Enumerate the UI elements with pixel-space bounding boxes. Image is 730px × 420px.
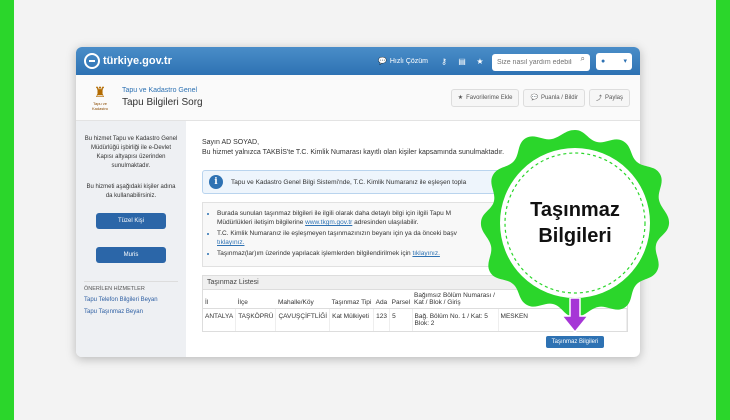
heir-button[interactable]: Muris bbox=[96, 247, 166, 263]
page-title: Tapu Bilgileri Sorg bbox=[122, 97, 203, 108]
share-label: Paylaş bbox=[604, 94, 623, 101]
search-icon: ⌕ bbox=[580, 54, 585, 63]
note3-link[interactable]: tıklayınız. bbox=[412, 250, 439, 257]
cell-neighborhood: ÇAVUŞÇİFTLİĞİ bbox=[275, 308, 331, 331]
note2-link[interactable]: tıklayınız. bbox=[217, 239, 244, 246]
search-input[interactable] bbox=[492, 54, 590, 71]
column-header: İlçe bbox=[235, 290, 276, 309]
arrow-down-icon bbox=[562, 298, 588, 334]
rate-button[interactable]: 💬 Puanla / Bildir bbox=[523, 88, 585, 107]
note1-text-c: adresinden ulaşılabilir. bbox=[352, 219, 419, 226]
speech-bubble-icon: 💬 bbox=[530, 95, 538, 101]
top-navbar: türkiye.gov.tr 💬 Hızlı Çözüm ⚷ ▤ ★ ⌕ ● ▾ bbox=[76, 47, 640, 75]
page-header: ♜ Tapu ve Kadastro Tapu ve Kadastro Gene… bbox=[76, 75, 640, 121]
cell-block: 123 bbox=[373, 308, 391, 331]
star-icon: ★ bbox=[457, 95, 464, 101]
key-icon[interactable]: ⚷ bbox=[438, 57, 450, 66]
logo-text: türkiye.gov.tr bbox=[103, 55, 172, 67]
note3-text: Taşınmaz(lar)ım üzerinde yapılacak işlem… bbox=[217, 250, 413, 257]
emblem-icon: ♜ bbox=[93, 84, 107, 100]
star-icon[interactable]: ★ bbox=[474, 57, 486, 66]
quick-solution-link[interactable]: 💬 Hızlı Çözüm bbox=[378, 57, 428, 66]
sidebar-link-phone[interactable]: Tapu Telefon Bilgileri Beyan bbox=[84, 296, 178, 304]
sidebar-people-intro: Bu hizmeti aşağıdaki kişiler adına da ku… bbox=[86, 184, 176, 199]
cell-province: ANTALYA bbox=[203, 308, 237, 331]
sidebar-intro: Bu hizmet Tapu ve Kadastro Genel Müdürlü… bbox=[84, 136, 178, 169]
chevron-down-icon: ▾ bbox=[623, 58, 627, 65]
suggested-services-heading: ÖNERİLEN HİZMETLER bbox=[84, 281, 178, 292]
arrow-shape bbox=[562, 298, 588, 334]
column-header: Ada bbox=[373, 290, 390, 309]
chat-icon: 💬 bbox=[378, 58, 387, 65]
badge-line-1: Taşınmaz bbox=[530, 199, 620, 221]
search-box: ⌕ bbox=[492, 51, 590, 71]
sidebar: Bu hizmet Tapu ve Kadastro Genel Müdürlü… bbox=[76, 121, 186, 357]
note2-text: T.C. Kimlik Numaranız ile eşleşmeyen taş… bbox=[217, 230, 457, 237]
add-favorite-label: Favorilerime Ekle bbox=[466, 94, 513, 101]
e-logo-icon bbox=[84, 53, 100, 69]
badge-line-2: Bilgileri bbox=[538, 225, 612, 247]
quick-solution-label: Hızlı Çözüm bbox=[389, 57, 428, 65]
note1-text-b: Müdürlükleri iletişim bilgilerine bbox=[217, 219, 306, 226]
site-logo[interactable]: türkiye.gov.tr bbox=[84, 53, 172, 69]
user-icon: ● bbox=[601, 57, 606, 65]
column-header: Parsel bbox=[389, 290, 413, 309]
breadcrumb: Tapu ve Kadastro Genel Tapu Bilgileri So… bbox=[122, 87, 203, 108]
info-icon: i bbox=[209, 175, 223, 189]
institution-link[interactable]: Tapu ve Kadastro Genel bbox=[122, 87, 203, 94]
legal-entity-button[interactable]: Tüzel Kişi bbox=[96, 213, 166, 229]
info-alert-text: Tapu ve Kadastro Genel Bilgi Sistemi'nde… bbox=[231, 178, 467, 186]
property-details-button[interactable]: Taşınmaz Bilgileri bbox=[546, 336, 604, 348]
cell-property-type: Kat Mülkiyeti bbox=[329, 308, 375, 331]
user-menu-button[interactable]: ● ▾ bbox=[596, 52, 632, 70]
sidebar-link-property[interactable]: Tapu Taşınmaz Beyan bbox=[84, 308, 178, 316]
cell-parcel: 5 bbox=[389, 308, 413, 331]
id-card-icon[interactable]: ▤ bbox=[456, 57, 468, 66]
column-header: Mahalle/Köy bbox=[275, 290, 330, 309]
add-favorite-button[interactable]: ★ Favorilerime Ekle bbox=[450, 88, 520, 107]
institution-logo-caption: Tapu ve Kadastro bbox=[91, 101, 108, 111]
column-header: Taşınmaz Tipi bbox=[329, 290, 374, 309]
column-header: İl bbox=[203, 290, 236, 309]
cell-district: TAŞKÖPRÜ bbox=[235, 308, 277, 331]
institution-logo: ♜ Tapu ve Kadastro bbox=[86, 84, 114, 111]
rate-label: Puanla / Bildir bbox=[540, 94, 578, 101]
tkgm-link[interactable]: www.tkgm.gov.tr bbox=[305, 219, 352, 226]
share-button[interactable]: ⤴ Paylaş bbox=[588, 88, 630, 107]
note1-text-a: Burada sunulan taşınmaz bilgileri ile il… bbox=[217, 210, 452, 217]
share-icon: ⤴ bbox=[595, 96, 602, 102]
badge-text: Taşınmaz Bilgileri bbox=[480, 128, 670, 318]
